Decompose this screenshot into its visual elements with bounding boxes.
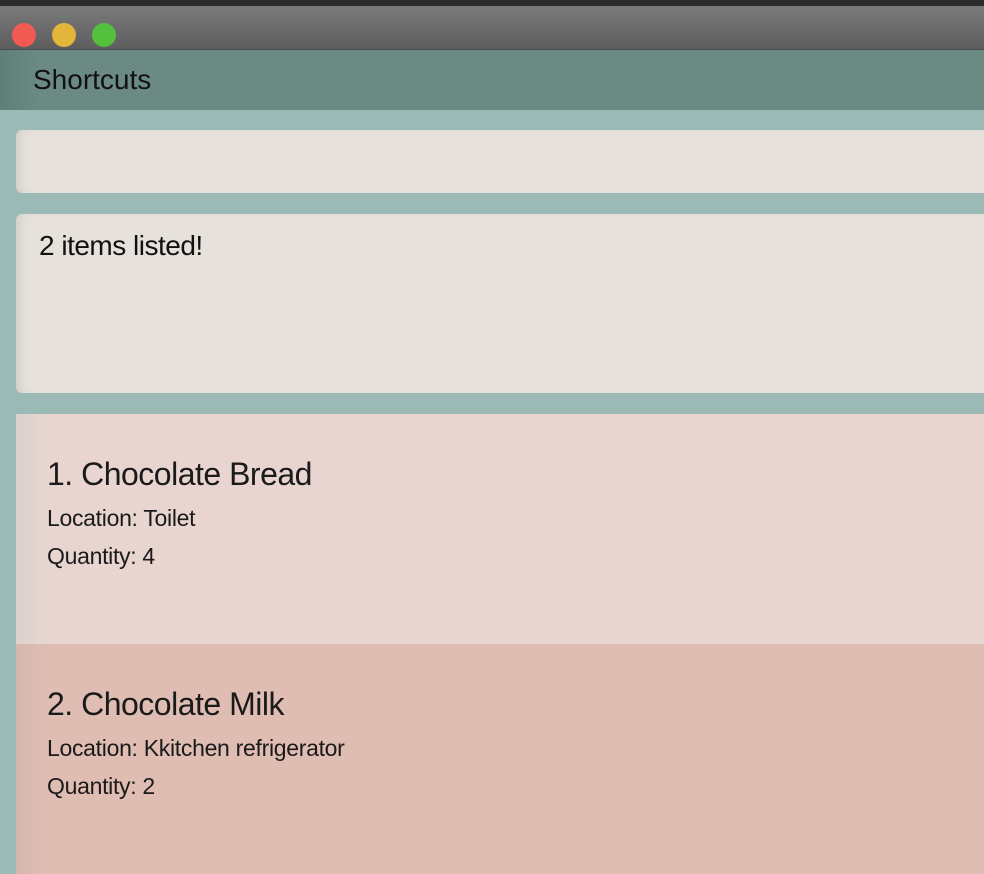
item-card[interactable]: 1. Chocolate Bread Location: Toilet Quan… [16, 414, 984, 644]
result-message: 2 items listed! [39, 230, 203, 261]
item-card[interactable]: 2. Chocolate Milk Location: Kkitchen ref… [16, 644, 984, 874]
app-window: Shortcuts 2 items listed! 1. Chocolate B… [0, 0, 984, 874]
menu-bar: Shortcuts [0, 50, 984, 110]
command-input[interactable] [36, 130, 980, 195]
result-display: 2 items listed! [16, 214, 984, 393]
item-list: 1. Chocolate Bread Location: Toilet Quan… [16, 414, 984, 874]
item-quantity: Quantity: 4 [47, 543, 155, 569]
command-box [16, 130, 984, 195]
item-quantity: Quantity: 2 [47, 773, 155, 799]
item-name: 1. Chocolate Bread [47, 456, 312, 492]
minimize-window-button[interactable] [52, 23, 76, 47]
menu-shortcuts[interactable]: Shortcuts [33, 64, 151, 96]
item-location: Location: Toilet [47, 505, 196, 531]
item-location: Location: Kkitchen refrigerator [47, 735, 345, 761]
maximize-window-button[interactable] [92, 23, 116, 47]
item-name: 2. Chocolate Milk [47, 686, 284, 722]
close-window-button[interactable] [12, 23, 36, 47]
title-bar [0, 0, 984, 50]
